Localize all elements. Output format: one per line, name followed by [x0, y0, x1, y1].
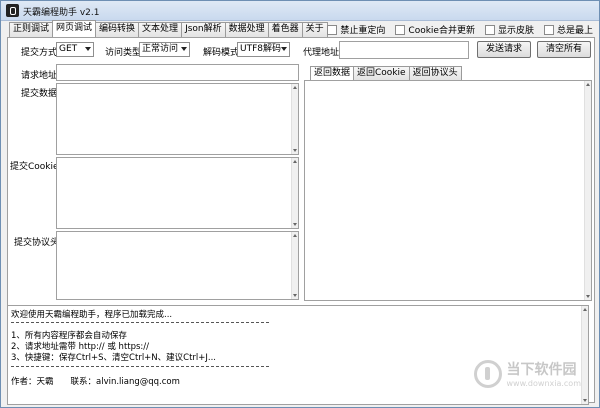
watermark-text: 当下软件园	[506, 362, 577, 378]
checkbox-always-on-top[interactable]	[543, 24, 554, 35]
option-no-redirect[interactable]: 禁止重定向	[327, 23, 385, 36]
checkbox-no-redirect[interactable]	[327, 24, 338, 35]
tab-json-parse[interactable]: Json解析	[181, 22, 226, 37]
log-scrollbar[interactable]	[581, 306, 588, 404]
checkbox-show-skin[interactable]	[484, 24, 495, 35]
access-type-label: 访问类型	[105, 48, 142, 58]
tab-web-debug[interactable]: 网页调试	[52, 20, 97, 37]
watermark: 当下软件园 www.downxia.com	[474, 359, 581, 388]
log-divider	[11, 322, 269, 323]
tab-encoding[interactable]: 编码转换	[95, 22, 140, 37]
header-scrollbar[interactable]	[291, 232, 298, 299]
title-bar: 天霸编程助手 v2.1	[1, 1, 599, 21]
url-label: 请求地址	[21, 71, 58, 81]
log-welcome: 欢迎使用天霸编程助手，程序已加载完成...	[11, 310, 173, 320]
url-input[interactable]	[56, 64, 299, 81]
method-select[interactable]: GET	[56, 42, 94, 57]
access-type-select[interactable]: 正常访问	[139, 42, 190, 57]
tab-response-header[interactable]: 返回协议头	[408, 66, 462, 80]
option-always-on-top[interactable]: 总是最上	[543, 23, 593, 36]
response-scrollbar[interactable]	[584, 81, 591, 300]
chevron-down-icon	[181, 47, 187, 51]
app-window: 天霸编程助手 v2.1 正则调试 网页调试 编码转换 文本处理 Json解析 数…	[0, 0, 600, 408]
decode-mode-label: 解码模式	[203, 48, 240, 58]
log-author: 作者：天霸 联系：alvin.liang@qq.com	[11, 377, 180, 387]
tab-about[interactable]: 关于	[301, 22, 328, 37]
chevron-down-icon	[281, 47, 287, 51]
post-data-label: 提交数据	[21, 89, 58, 99]
proxy-label: 代理地址	[303, 48, 340, 58]
checkbox-cookie-merge[interactable]	[395, 24, 406, 35]
log-output: 欢迎使用天霸编程助手，程序已加载完成... 1、所有内容程序都会自动保存 2、请…	[7, 305, 589, 405]
post-data-scrollbar[interactable]	[291, 84, 298, 154]
tab-text-process[interactable]: 文本处理	[138, 22, 183, 37]
cookie-label: 提交Cookie	[10, 162, 59, 172]
watermark-logo-icon	[474, 359, 503, 388]
option-show-skin[interactable]: 显示皮肤	[484, 23, 534, 36]
method-label: 提交方式	[21, 48, 58, 58]
proxy-input[interactable]	[339, 41, 469, 59]
header-label: 提交协议头	[14, 238, 60, 248]
clear-all-button[interactable]: 清空所有	[537, 41, 591, 58]
response-tabs: 返回数据 返回Cookie 返回协议头	[310, 66, 462, 80]
tab-shader[interactable]: 着色器	[267, 22, 303, 37]
tab-response-data[interactable]: 返回数据	[310, 66, 355, 80]
send-request-button[interactable]: 发送请求	[477, 41, 531, 58]
log-divider	[11, 366, 269, 367]
window-title: 天霸编程助手 v2.1	[23, 8, 100, 18]
header-textarea[interactable]	[56, 231, 299, 300]
decode-mode-select[interactable]: UTF8解码	[237, 42, 290, 57]
post-data-textarea[interactable]	[56, 83, 299, 155]
option-checkboxes: 禁止重定向 Cookie合并更新 显示皮肤 总是最上	[327, 23, 593, 36]
option-cookie-merge[interactable]: Cookie合并更新	[395, 23, 475, 36]
app-logo-icon	[6, 4, 19, 17]
cookie-textarea[interactable]	[56, 157, 299, 229]
tab-response-cookie[interactable]: 返回Cookie	[353, 66, 410, 80]
log-line-3: 3、快捷键：保存Ctrl+S、清空Ctrl+N、建议Ctrl+J...	[11, 353, 217, 363]
cookie-scrollbar[interactable]	[291, 158, 298, 228]
watermark-url: www.downxia.com	[506, 379, 581, 388]
main-tabs: 正则调试 网页调试 编码转换 文本处理 Json解析 数据处理 着色器 关于	[9, 20, 328, 37]
tab-data-process[interactable]: 数据处理	[224, 22, 269, 37]
tab-regex-debug[interactable]: 正则调试	[9, 22, 54, 37]
response-data-textarea[interactable]	[304, 80, 592, 301]
chevron-down-icon	[85, 47, 91, 51]
